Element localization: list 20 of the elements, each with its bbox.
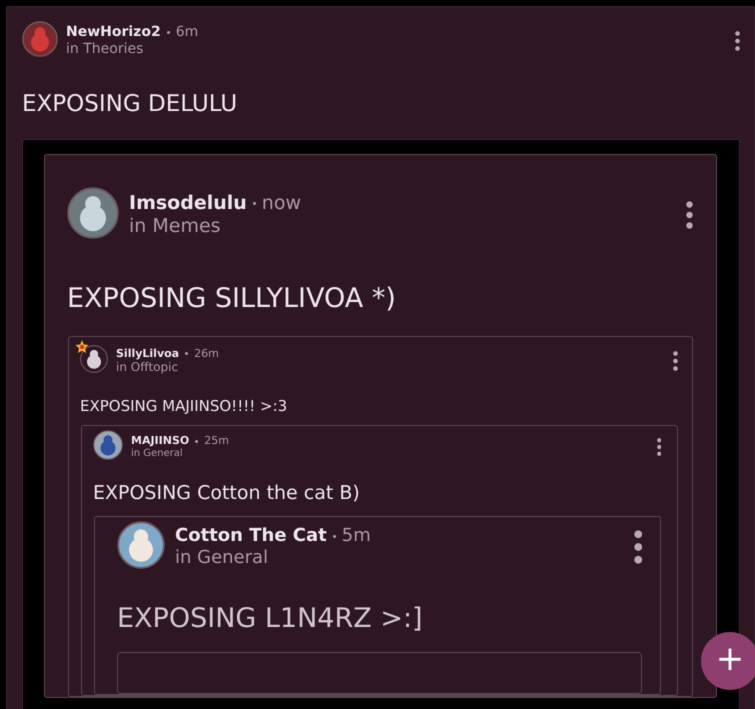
post-title: EXPOSING Cotton the cat B) [93, 482, 361, 504]
author-name[interactable]: NewHorizo2 [66, 24, 161, 41]
author-name[interactable]: Imsodelulu [129, 192, 247, 215]
category-label[interactable]: in Offtopic [116, 360, 665, 375]
post-title: EXPOSING DELULU [22, 91, 238, 117]
category-label[interactable]: in Memes [129, 215, 676, 238]
post-time: 5m [342, 525, 371, 547]
author-name[interactable]: Cotton The Cat [175, 525, 327, 547]
post-title: EXPOSING MAJIINSO!!!! >:3 [80, 397, 288, 415]
category-label[interactable]: in General [131, 448, 648, 460]
post-time: now [262, 192, 302, 215]
post-title: EXPOSING L1N4RZ >:] [117, 603, 424, 634]
author-name[interactable]: SillyLilvoa [116, 347, 180, 360]
post-time: 25m [204, 434, 229, 448]
post-title: EXPOSING SILLYLIVOA *) [67, 283, 397, 314]
post-time: 6m [176, 24, 198, 41]
category-label[interactable]: in Theories [66, 41, 727, 58]
author-name[interactable]: MAJIINSO [131, 434, 190, 448]
category-label[interactable]: in General [175, 547, 624, 569]
post-time: 26m [194, 347, 219, 360]
